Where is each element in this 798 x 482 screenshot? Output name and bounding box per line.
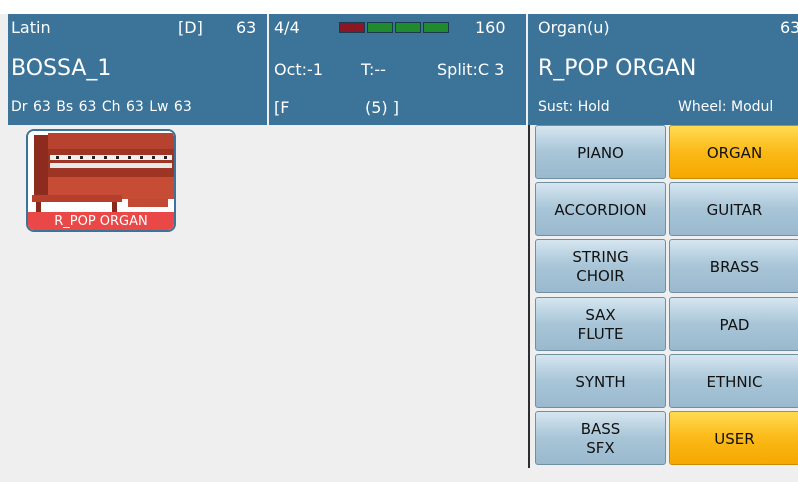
category-brass-button[interactable]: BRASS (669, 239, 798, 293)
category-bass-sfx-button[interactable]: BASS SFX (535, 411, 666, 465)
category-ethnic-button[interactable]: ETHNIC (669, 354, 798, 408)
category-organ-button[interactable]: ORGAN (669, 125, 798, 179)
style-panel[interactable]: Latin [D] 63 BOSSA_1 Dr 63 Bs 63 Ch 63 L… (8, 14, 267, 125)
category-organ-label: ORGAN (706, 143, 763, 162)
category-pad-button[interactable]: PAD (669, 297, 798, 351)
category-synth-button[interactable]: SYNTH (535, 354, 666, 408)
style-tempo-value: 63 (236, 18, 257, 37)
sustain-status: Sust: Hold (538, 99, 610, 115)
top-strip (0, 0, 798, 14)
voice-bank: Organ(u) (538, 18, 610, 37)
voice-list-area: R_POP ORGAN (8, 125, 527, 464)
voice-thumbnail[interactable]: R_POP ORGAN (26, 129, 176, 232)
chord-root: [F (274, 98, 290, 117)
category-string-choir-label: STRING CHOIR (572, 248, 629, 285)
beat-indicator-3 (395, 22, 421, 33)
organ-image (28, 131, 174, 212)
category-piano-label: PIANO (577, 143, 624, 162)
split-value: Split:C 3 (437, 60, 505, 79)
category-accordion-label: ACCORDION (554, 200, 647, 219)
time-signature: 4/4 (274, 18, 300, 37)
keyboard-screen: Latin [D] 63 BOSSA_1 Dr 63 Bs 63 Ch 63 L… (0, 0, 798, 482)
category-pad-label: PAD (719, 315, 750, 334)
category-ethnic-label: ETHNIC (706, 372, 763, 391)
style-category: Latin (11, 18, 51, 37)
category-bass-sfx-label: BASS SFX (580, 420, 621, 457)
transpose-value: T:-- (361, 60, 386, 79)
category-user-label: USER (714, 429, 755, 448)
category-sax-flute-button[interactable]: SAX FLUTE (535, 297, 666, 351)
category-accordion-button[interactable]: ACCORDION (535, 182, 666, 236)
style-name: BOSSA_1 (11, 56, 112, 81)
category-brass-label: BRASS (709, 257, 760, 276)
category-synth-label: SYNTH (575, 372, 626, 391)
style-variation: [D] (178, 18, 203, 37)
beat-indicator-1 (339, 22, 365, 33)
style-levels: Dr 63 Bs 63 Ch 63 Lw 63 (11, 99, 192, 115)
category-user-button[interactable]: USER (669, 411, 798, 465)
voice-name: R_POP ORGAN (538, 56, 697, 81)
octave-value: Oct:-1 (274, 60, 324, 79)
category-guitar-label: GUITAR (706, 200, 763, 219)
wheel-status: Wheel: Modul (678, 99, 774, 115)
beat-indicator-2 (367, 22, 393, 33)
chord-type: (5) ] (365, 98, 399, 117)
category-string-choir-button[interactable]: STRING CHOIR (535, 239, 666, 293)
category-guitar-button[interactable]: GUITAR (669, 182, 798, 236)
category-sax-flute-label: SAX FLUTE (577, 306, 624, 343)
voice-volume: 63 (780, 18, 798, 37)
voice-thumbnail-label: R_POP ORGAN (28, 212, 174, 230)
tempo-value: 160 (475, 18, 506, 37)
beat-meter (339, 22, 449, 33)
panel-divider (528, 125, 530, 468)
category-piano-button[interactable]: PIANO (535, 125, 666, 179)
voice-panel[interactable]: Organ(u) 63 R_POP ORGAN Sust: Hold Wheel… (528, 14, 798, 125)
beat-indicator-4 (423, 22, 449, 33)
info-panel: 4/4 160 Oct:-1 T:-- Split:C 3 [F (5) ] (269, 14, 526, 125)
